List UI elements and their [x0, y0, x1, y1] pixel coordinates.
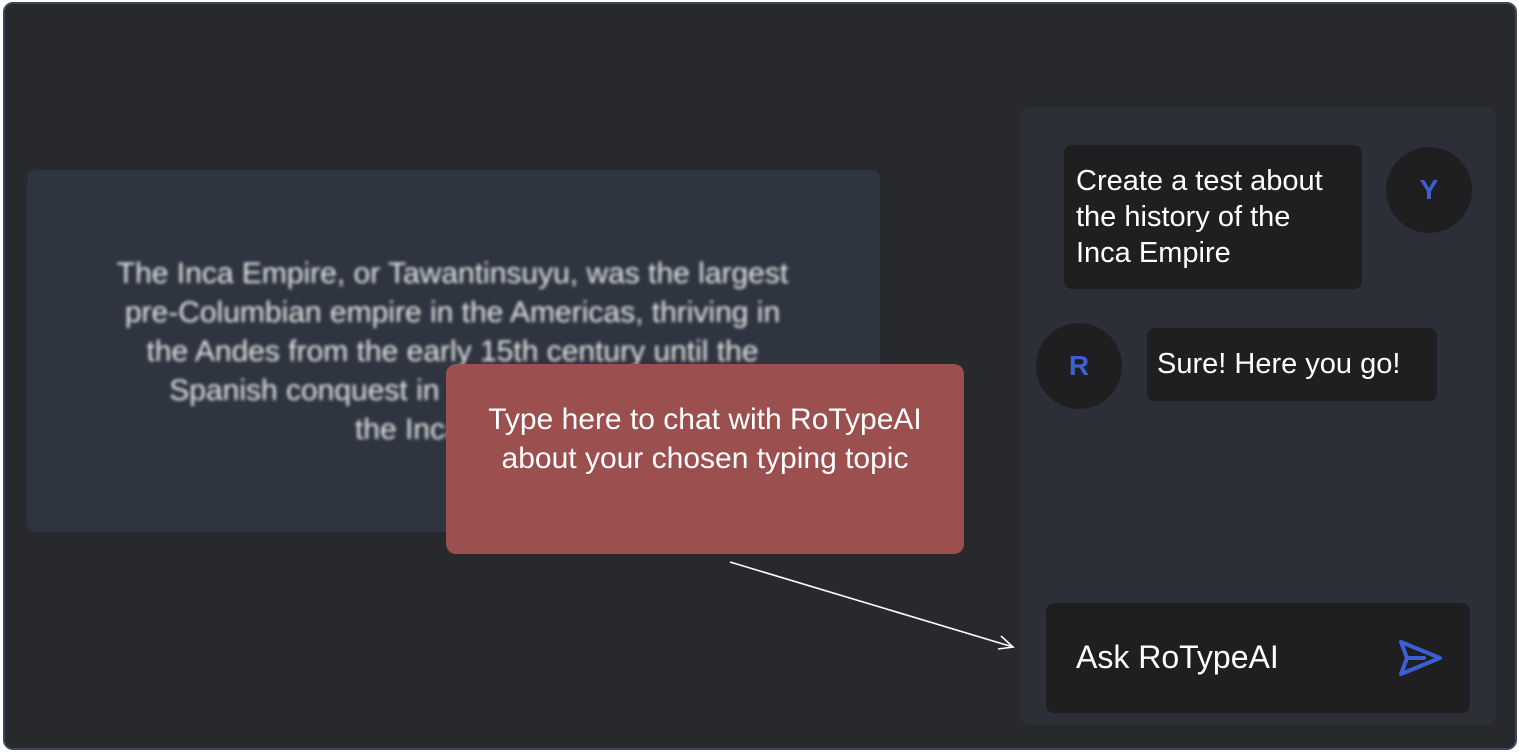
user-avatar: Y	[1386, 147, 1472, 233]
send-icon[interactable]	[1398, 638, 1444, 678]
user-message-bubble: Create a test about the history of the I…	[1064, 145, 1362, 289]
chat-input-field[interactable]: Ask RoTypeAI	[1046, 603, 1470, 713]
ai-message-bubble: Sure! Here you go!	[1147, 328, 1437, 401]
chat-panel: Create a test about the history of the I…	[1020, 107, 1496, 725]
ai-avatar: R	[1036, 323, 1122, 409]
app-frame: The Inca Empire, or Tawantinsuyu, was th…	[3, 2, 1517, 750]
chat-input-placeholder: Ask RoTypeAI	[1076, 639, 1279, 675]
onboarding-tooltip: Type here to chat with RoTypeAI about yo…	[446, 364, 964, 554]
